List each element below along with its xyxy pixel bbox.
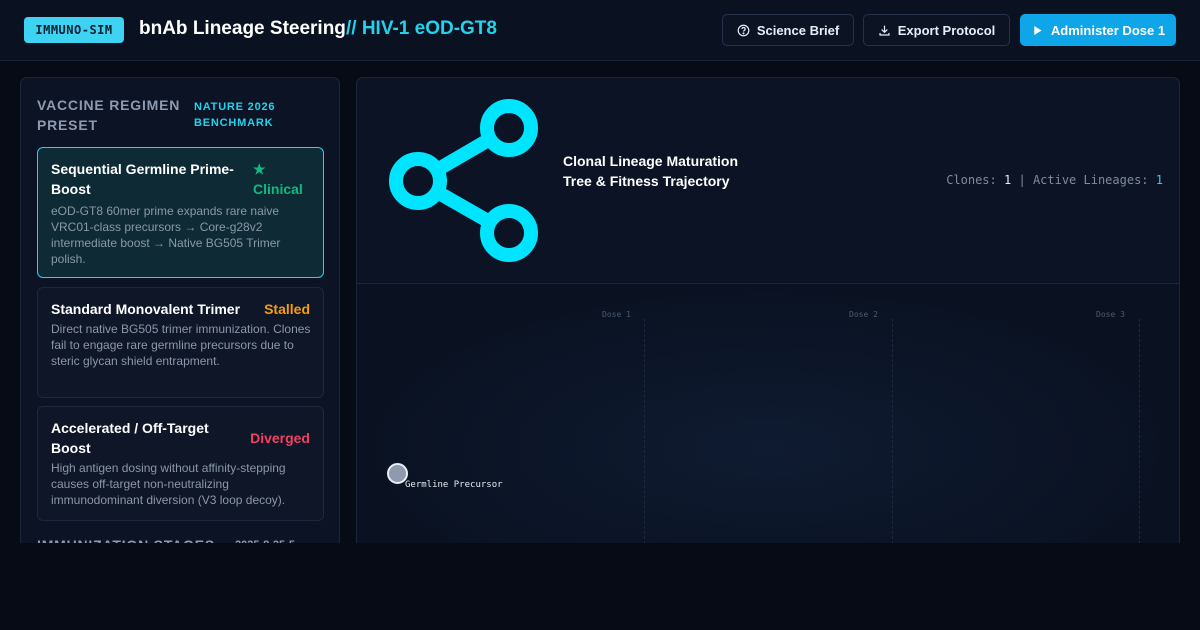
regimen-description: Direct native BG505 trimer immunization.… <box>51 322 311 368</box>
administer-dose-button[interactable]: Administer Dose 1 <box>1020 14 1176 46</box>
regimen-description: High antigen dosing without affinity-ste… <box>51 461 286 507</box>
regimen-heading: VACCINE REGIMEN PRESET <box>37 97 181 133</box>
regimen-card-sequential[interactable]: Sequential Germline Prime-Boost ★ Clinic… <box>37 147 324 278</box>
app-subtitle: // HIV-1 eOD-GT8 <box>346 18 497 39</box>
download-icon <box>879 25 890 36</box>
regimen-title: Sequential Germline Prime-Boost <box>51 161 234 197</box>
dose-label: Dose 3 <box>1096 310 1125 319</box>
status-badge: Diverged <box>250 430 310 446</box>
dose-divider <box>1139 319 1140 556</box>
regimen-card-accelerated[interactable]: Accelerated / Off-Target Boost Diverged … <box>37 406 324 521</box>
lineage-header: Clonal Lineage Maturation Tree & Fitness… <box>357 78 1179 284</box>
lineage-tree-canvas[interactable]: Dose 1 Dose 2 Dose 3 Germline Precursor <box>357 285 1179 556</box>
dose-label: Dose 1 <box>602 310 631 319</box>
regimen-card-monovalent[interactable]: Standard Monovalent Trimer Stalled Direc… <box>37 287 324 398</box>
app-title: bnAb Lineage Steering <box>139 18 346 39</box>
dose-divider <box>892 319 893 556</box>
dose-divider <box>644 319 645 556</box>
clones-label: Clones: <box>946 173 997 187</box>
administer-dose-label: Administer Dose 1 <box>1050 22 1166 38</box>
bottom-fade <box>0 543 1200 630</box>
status-badge: Stalled <box>264 301 310 317</box>
lineage-title: Clonal Lineage Maturation Tree & Fitness… <box>563 153 739 189</box>
science-brief-button[interactable]: Science Brief <box>722 14 854 46</box>
status-badge: ★ Clinical <box>253 161 303 197</box>
brand-badge: IMMUNO-SIM <box>24 17 124 43</box>
clones-count: 1 <box>1004 173 1012 187</box>
play-icon <box>1034 25 1042 35</box>
regimen-title: Standard Monovalent Trimer <box>51 301 241 317</box>
regimen-title: Accelerated / Off-Target Boost <box>51 420 209 456</box>
export-protocol-label: Export Protocol <box>897 22 996 38</box>
germline-node-label: Germline Precursor <box>405 480 503 490</box>
regimen-description: eOD-GT8 60mer prime expands rare naive V… <box>51 204 281 266</box>
dose-label: Dose 2 <box>849 310 878 319</box>
stats-separator: | <box>1018 173 1026 187</box>
lineage-stats: Clones: 1 | Active Lineages: 1 <box>946 173 1163 187</box>
science-brief-label: Science Brief <box>756 22 840 38</box>
benchmark-tag: NATURE 2026 BENCHMARK <box>194 101 276 129</box>
lineages-count: 1 <box>1155 173 1163 187</box>
lineage-panel: Clonal Lineage Maturation Tree & Fitness… <box>356 77 1180 557</box>
app-header: IMMUNO-SIM bnAb Lineage Steering // HIV-… <box>0 0 1200 61</box>
share-network-icon <box>389 99 538 262</box>
regimen-sidebar: VACCINE REGIMEN PRESET NATURE 2026 BENCH… <box>20 77 340 557</box>
help-circle-icon <box>737 24 750 36</box>
export-protocol-button[interactable]: Export Protocol <box>863 14 1010 46</box>
lineages-label: Active Lineages: <box>1032 173 1149 187</box>
